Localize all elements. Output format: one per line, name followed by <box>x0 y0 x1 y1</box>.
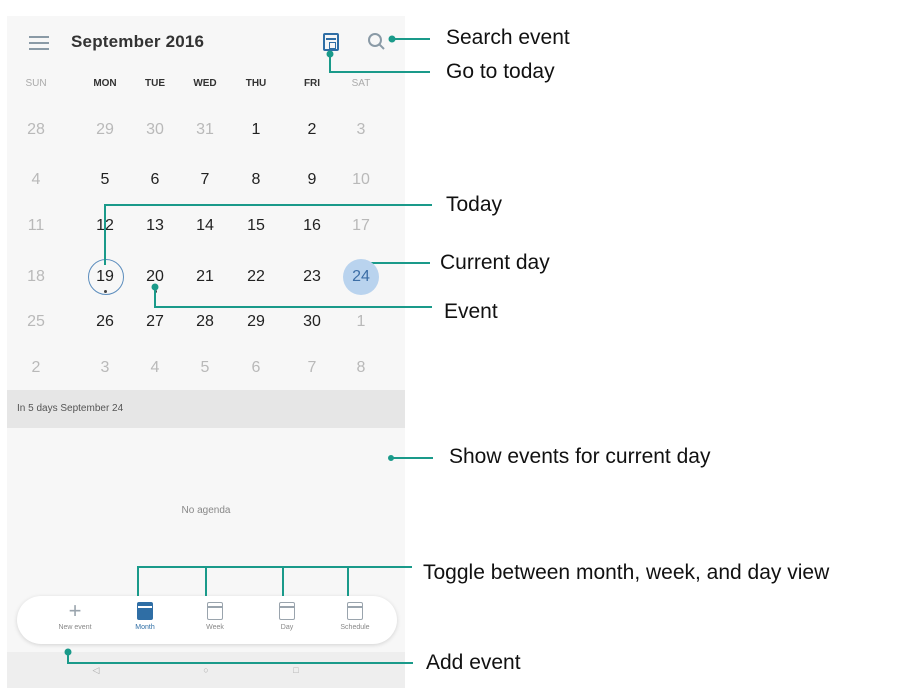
calendar-day-cell[interactable]: 8 <box>238 165 274 195</box>
calendar-day-cell[interactable]: 31 <box>187 115 223 145</box>
calendar-day-cell[interactable]: 2 <box>18 353 54 383</box>
calendar-day-cell[interactable]: 16 <box>294 211 330 241</box>
calendar-day-cell[interactable]: 2 <box>294 115 330 145</box>
calendar-day-cell[interactable]: 19 <box>87 259 124 295</box>
calendar-day-cell[interactable]: 27 <box>137 307 173 337</box>
calendar-day-cell[interactable]: 21 <box>187 262 223 292</box>
calendar-day-cell[interactable]: 30 <box>294 307 330 337</box>
calendar-day-cell[interactable]: 14 <box>187 211 223 241</box>
calendar-screen: September 2016 SUN MON TUE WED THU FRI SAT 28 2… <box>7 16 405 688</box>
calendar-day-cell[interactable]: 3 <box>343 115 379 145</box>
top-bar: September 2016 <box>7 16 405 66</box>
tab-month[interactable]: Month <box>115 602 175 631</box>
week-view-icon <box>207 602 223 620</box>
tab-week[interactable]: Week <box>185 602 245 631</box>
calendar-day-cell[interactable]: 6 <box>137 165 173 195</box>
event-indicator-dot <box>104 290 107 293</box>
calendar-day-cell[interactable]: 5 <box>187 353 223 383</box>
calendar-day-cell[interactable]: 18 <box>18 262 54 292</box>
calendar-day-cell[interactable]: 29 <box>238 307 274 337</box>
month-view-icon <box>137 602 153 620</box>
calendar-day-cell[interactable]: 10 <box>343 165 379 195</box>
tab-label: Month <box>135 624 155 631</box>
callout-show-events: Show events for current day <box>449 445 711 468</box>
weekday-label: THU <box>245 78 267 89</box>
weekday-label: MON <box>93 78 117 89</box>
calendar-day-cell[interactable]: 28 <box>187 307 223 337</box>
agenda-date-label: In 5 days September 24 <box>17 403 124 414</box>
weekday-label: WED <box>193 78 217 89</box>
system-nav-bar: ◁ ○ □ <box>7 652 405 688</box>
calendar-day-cell[interactable]: 25 <box>18 307 54 337</box>
calendar-day-cell[interactable]: 23 <box>294 262 330 292</box>
calendar-day-cell[interactable]: 28 <box>18 115 54 145</box>
callout-toggle-view: Toggle between month, week, and day view <box>423 561 830 584</box>
month-title: September 2016 <box>71 32 205 51</box>
plus-icon: + <box>68 598 82 623</box>
agenda-header: In 5 days September 24 <box>7 390 405 428</box>
calendar-day-cell[interactable]: 11 <box>18 211 54 241</box>
calendar-day-cell[interactable]: 7 <box>294 353 330 383</box>
callout-event: Event <box>444 300 498 323</box>
weekday-label: FRI <box>303 78 321 89</box>
search-icon[interactable] <box>367 32 387 52</box>
tab-label: Day <box>280 624 294 631</box>
tab-day[interactable]: Day <box>257 602 317 631</box>
calendar-day-cell[interactable]: 29 <box>87 115 123 145</box>
tab-schedule[interactable]: Schedule <box>325 602 385 631</box>
calendar-day-cell[interactable]: 1 <box>343 307 379 337</box>
calendar-day-cell[interactable]: 6 <box>238 353 274 383</box>
calendar-day-cell[interactable]: 24 <box>343 259 379 295</box>
weekday-header: SUN MON TUE WED THU FRI SAT <box>7 78 405 98</box>
calendar-day-cell[interactable]: 1 <box>238 115 274 145</box>
calendar-day-cell[interactable]: 4 <box>137 353 173 383</box>
calendar-day-cell[interactable]: 7 <box>187 165 223 195</box>
weekday-label: SUN <box>25 78 47 89</box>
recent-apps-nav-icon[interactable]: □ <box>291 665 301 675</box>
schedule-icon <box>347 602 363 620</box>
weekday-label: TUE <box>145 78 165 89</box>
go-to-today-icon[interactable] <box>323 33 339 51</box>
calendar-day-cell[interactable]: 5 <box>87 165 123 195</box>
calendar-day-cell[interactable]: 22 <box>238 262 274 292</box>
calendar-day-cell[interactable]: 9 <box>294 165 330 195</box>
weekday-label: SAT <box>351 78 371 89</box>
day-view-icon <box>279 602 295 620</box>
no-agenda-text: No agenda <box>181 505 231 516</box>
calendar-day-cell[interactable]: 13 <box>137 211 173 241</box>
calendar-day-cell[interactable]: 4 <box>18 165 54 195</box>
back-nav-icon[interactable]: ◁ <box>91 665 101 675</box>
tab-label: Week <box>206 624 224 631</box>
calendar-day-cell[interactable]: 30 <box>137 115 173 145</box>
tab-label: Schedule <box>340 624 370 631</box>
home-nav-icon[interactable]: ○ <box>201 665 211 675</box>
callout-current-day: Current day <box>440 251 550 274</box>
tab-label: New event <box>58 624 92 631</box>
calendar-day-cell[interactable]: 26 <box>87 307 123 337</box>
bottom-tab-bar: + New event Month Week Day Schedule <box>17 596 397 644</box>
calendar-day-cell[interactable]: 3 <box>87 353 123 383</box>
calendar-day-cell[interactable]: 12 <box>87 211 123 241</box>
callout-add-event: Add event <box>426 651 521 674</box>
calendar-day-cell[interactable]: 20 <box>137 262 173 293</box>
callout-search-event: Search event <box>446 26 570 49</box>
tab-new-event[interactable]: + New event <box>45 598 105 632</box>
calendar-day-cell[interactable]: 17 <box>343 211 379 241</box>
menu-icon[interactable] <box>29 36 49 50</box>
callout-go-to-today: Go to today <box>446 60 555 83</box>
event-indicator-dot <box>154 290 157 293</box>
callout-today: Today <box>446 193 503 216</box>
calendar-day-cell[interactable]: 8 <box>343 353 379 383</box>
calendar-day-cell[interactable]: 15 <box>238 211 274 241</box>
